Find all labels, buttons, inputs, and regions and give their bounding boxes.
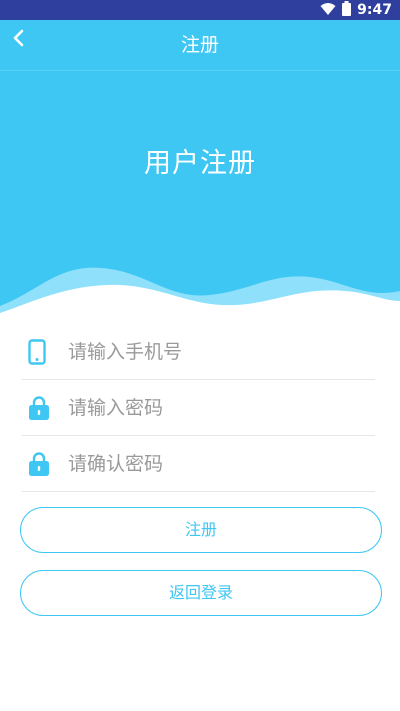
password-input[interactable] [68,388,358,428]
phone-input[interactable] [68,332,358,372]
confirm-password-input[interactable] [68,444,358,484]
wave-decoration [0,267,400,321]
confirm-password-field-row [22,437,375,492]
password-field-row [22,381,375,436]
chevron-left-icon [12,29,24,51]
battery-icon [342,0,352,20]
register-form [22,325,375,492]
status-time: 9:47 [357,2,392,18]
status-icons: 9:47 [320,0,392,20]
register-button[interactable]: 注册 [20,507,382,553]
lock-icon [28,393,58,423]
back-button[interactable] [6,25,30,55]
phone-icon [28,337,58,367]
wifi-icon [320,1,336,20]
status-bar: 9:47 [0,0,400,20]
register-screen: 9:47 注册 用户注册 请输入手机号 注册 返回登录 [0,0,400,711]
page-title: 注册 [180,34,219,56]
hero-banner: 用户注册 [0,71,400,321]
app-bar: 注册 [0,20,400,71]
back-to-login-button[interactable]: 返回登录 [20,570,382,616]
hero-title: 用户注册 [144,148,256,179]
lock-icon [28,449,58,479]
phone-field-row [22,325,375,380]
